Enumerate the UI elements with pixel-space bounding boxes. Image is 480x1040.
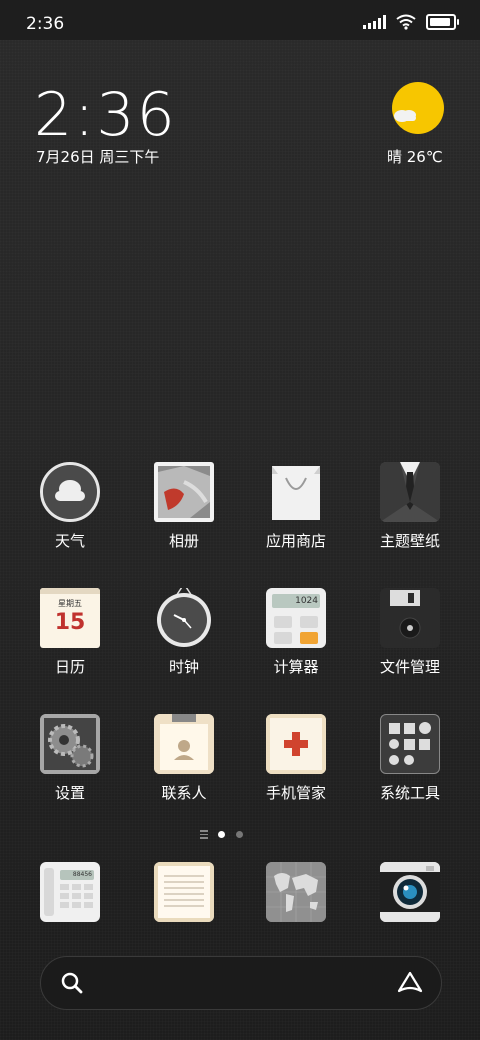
- app-label: 文件管理: [379, 658, 440, 676]
- app-label: 日历: [54, 658, 85, 676]
- phone-icon: 88456: [40, 862, 100, 922]
- wifi-icon: [396, 14, 416, 30]
- gallery-icon: [154, 462, 214, 522]
- weather-text[interactable]: 晴 26℃: [387, 146, 443, 167]
- app-contacts[interactable]: 联系人: [134, 714, 234, 803]
- tools-icon: [380, 714, 440, 774]
- app-label: 系统工具: [379, 784, 440, 802]
- app-calendar[interactable]: 星期五 15 日历: [20, 588, 120, 677]
- phone-display: 88456: [72, 871, 92, 878]
- app-store[interactable]: 应用商店: [246, 462, 346, 551]
- app-label: 主题壁纸: [379, 532, 440, 550]
- calendar-day: 15: [54, 610, 86, 635]
- calculator-icon: 1024: [266, 588, 326, 648]
- app-label: 时钟: [168, 658, 199, 676]
- app-label: 应用商店: [265, 532, 326, 550]
- app-row: 星期五 15 日历 时钟 1024 计算器 文件管理: [0, 583, 480, 698]
- app-clock[interactable]: 时钟: [134, 583, 234, 677]
- app-file-manager[interactable]: 文件管理: [360, 588, 460, 677]
- camera-icon: [380, 862, 440, 922]
- contacts-icon: [154, 714, 214, 774]
- app-row: 天气 相册 应用商店 主题壁纸: [0, 462, 480, 572]
- search-bar[interactable]: [40, 956, 442, 1010]
- battery-icon: [426, 14, 459, 30]
- page-dot-active[interactable]: [218, 831, 225, 838]
- dock-notes[interactable]: [134, 862, 234, 922]
- signal-icon: [363, 15, 386, 29]
- app-label: 设置: [54, 784, 85, 802]
- browser-icon: [266, 862, 326, 922]
- app-calculator[interactable]: 1024 计算器: [246, 588, 346, 677]
- app-settings[interactable]: 设置: [20, 714, 120, 803]
- status-icons: [363, 14, 459, 30]
- app-label: 手机管家: [265, 784, 326, 802]
- search-icon[interactable]: [61, 972, 83, 994]
- themes-icon: [380, 462, 440, 522]
- clock-icon: [154, 583, 214, 648]
- notes-icon: [154, 862, 214, 922]
- app-themes[interactable]: 主题壁纸: [360, 462, 460, 551]
- status-time: 2:36: [26, 14, 65, 34]
- file-manager-icon: [380, 588, 440, 648]
- status-bar: 2:36: [0, 0, 480, 40]
- widget-clock[interactable]: 2:36: [34, 80, 177, 150]
- app-store-icon: [266, 462, 326, 522]
- app-tools[interactable]: 系统工具: [360, 714, 460, 803]
- widget-date[interactable]: 7月26日 周三下午: [36, 146, 159, 167]
- calculator-display: 1024: [295, 596, 318, 606]
- page-indicator: [0, 830, 480, 840]
- app-label: 天气: [54, 532, 85, 550]
- page-list-icon[interactable]: [200, 830, 208, 841]
- dock-camera[interactable]: [360, 862, 460, 922]
- page-dot[interactable]: [236, 831, 243, 838]
- dock-browser[interactable]: [246, 862, 346, 922]
- calendar-icon: 星期五 15: [40, 588, 100, 648]
- weather-app-icon: [40, 462, 100, 522]
- sun-icon[interactable]: [390, 82, 444, 136]
- app-security[interactable]: 手机管家: [246, 714, 346, 803]
- dock-phone[interactable]: 88456: [20, 862, 120, 922]
- calendar-weekday: 星期五: [58, 599, 82, 608]
- app-row: 设置 联系人 手机管家 系统工具: [0, 714, 480, 824]
- settings-icon: [40, 714, 100, 774]
- assistant-icon[interactable]: [397, 971, 423, 995]
- app-label: 联系人: [161, 784, 207, 802]
- app-label: 相册: [168, 532, 199, 550]
- security-icon: [266, 714, 326, 774]
- app-gallery[interactable]: 相册: [134, 462, 234, 551]
- app-label: 计算器: [273, 658, 319, 676]
- app-weather[interactable]: 天气: [20, 462, 120, 551]
